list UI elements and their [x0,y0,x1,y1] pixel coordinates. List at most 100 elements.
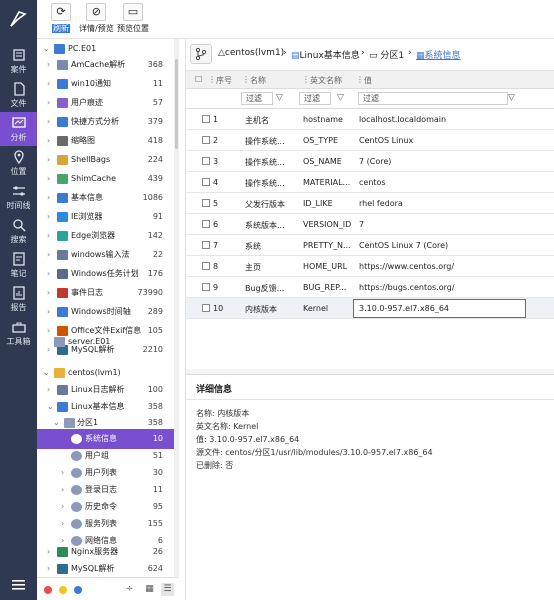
chevron-right-icon[interactable]: › [47,169,50,189]
table-row[interactable]: 7 系统 PRETTY_N... CentOS Linux 7 (Core) [186,235,554,256]
filter-icon[interactable]: ▽ [508,93,515,103]
menu-icon[interactable] [12,580,25,590]
chevron-right-icon[interactable]: › [47,55,50,75]
row-checkbox[interactable] [202,115,210,123]
nav-case[interactable]: 案件 [0,44,37,78]
tree-mysql[interactable]: › MySQL解析 624 [37,559,174,577]
tree-scrollbar[interactable] [174,39,179,577]
table-row[interactable]: 8 主页 HOME_URL https://www.centos.org/ [186,256,554,277]
filter-en-input[interactable]: 过滤 [299,92,331,105]
tree-item[interactable]: › windows输入法 22 [37,245,174,265]
row-checkbox[interactable] [202,199,210,207]
blue-dot-filter[interactable] [74,586,82,594]
row-checkbox[interactable] [202,136,210,144]
cell-no: 8 [213,262,219,271]
collapse-icon[interactable]: ÷ [123,583,136,596]
chevron-right-icon[interactable]: › [47,188,50,208]
tree-item[interactable]: › Windows任务计划 176 [37,264,174,284]
tree-item[interactable]: › 用户痕迹 57 [37,93,174,113]
nav-location[interactable]: 位置 [0,146,37,180]
row-checkbox[interactable] [202,241,210,249]
row-checkbox[interactable] [202,304,210,312]
row-checkbox[interactable] [202,178,210,186]
filter-icon[interactable]: ▽ [337,93,344,103]
drag-handle-icon: ⋮ [302,75,310,84]
nav-analysis[interactable]: 分析 [0,112,37,146]
tree-item[interactable]: › 缩略图 418 [37,131,174,151]
nav-search[interactable]: 搜索 [0,214,37,248]
chevron-right-icon[interactable]: › [47,283,50,303]
branch-icon [195,47,207,61]
crumb-centos[interactable]: △centos(lvm1) [218,48,284,58]
tree-item[interactable]: › Windows时间轴 289 [37,302,174,322]
list-view-icon[interactable]: ☰ [161,583,174,596]
detail-line: 源文件: centos/分区1/usr/lib/modules/3.10.0-9… [196,448,433,457]
branch-button[interactable] [190,44,212,64]
filter-name-input[interactable]: 过滤 [241,92,273,105]
tree-item[interactable]: › IE浏览器 91 [37,207,174,227]
nav-toolbox[interactable]: 工具箱 [0,316,37,350]
chevron-right-icon[interactable]: › [47,302,50,322]
tree-item[interactable]: › 快捷方式分析 379 [37,112,174,132]
nav-note[interactable]: 笔记 [0,248,37,282]
row-checkbox[interactable] [202,283,210,291]
preview-position-button[interactable]: ▭ 预览位置 [117,3,149,34]
tree-item[interactable]: › win10通知 11 [37,74,174,94]
tree-item[interactable]: › AmCache解析 368 [37,55,174,75]
col-value[interactable]: 值 [364,75,372,86]
grid-view-icon[interactable]: ▦ [143,583,156,596]
table-row[interactable]: 3 操作系统... OS_NAME 7 (Core) [186,151,554,172]
filter-value-input[interactable]: 过滤 [358,92,508,105]
tree-server-e01[interactable]: server.E01 [37,332,174,352]
row-checkbox[interactable] [202,262,210,270]
chevron-right-icon[interactable]: › [47,207,50,227]
crumb-partition[interactable]: ▭ 分区1 [369,48,404,61]
tree-item[interactable]: › Edge浏览器 142 [37,226,174,246]
chevron-right-icon[interactable]: › [47,112,50,132]
crumb-sysinfo[interactable]: ▦系统信息 [416,48,461,61]
red-dot-filter[interactable] [44,586,52,594]
tree-item[interactable]: › ShellBags 224 [37,150,174,170]
chevron-right-icon[interactable]: › [47,93,50,113]
refresh-button[interactable]: ⟳ 刷新 [51,3,71,34]
chevron-right-icon[interactable]: › [47,226,50,246]
table-row[interactable]: 10 内核版本 Kernel 3.10.0-957.el7.x86_64 [186,298,554,319]
preview-toggle-button[interactable]: ⊘ 详情/预览 [79,3,114,34]
chevron-right-icon[interactable]: › [47,131,50,151]
nav-timeline[interactable]: 时间线 [0,180,37,214]
table-row[interactable]: 6 系统版本... VERSION_ID 7 [186,214,554,235]
tree-item-count: 11 [152,79,163,88]
col-name[interactable]: 名称 [250,75,266,86]
chevron-right-icon[interactable]: › [47,74,50,94]
chevron-right-icon[interactable]: › [47,245,50,265]
nav-file[interactable]: 文件 [0,78,37,112]
nav-label: 案件 [10,65,27,74]
preview-position-label: 预览位置 [117,24,149,33]
tree-item[interactable]: › 事件日志 73990 [37,283,174,303]
filter-icon[interactable]: ▽ [276,93,283,103]
grid-filter-row: 过滤 ▽ 过滤 ▽ 过滤 ▽ [186,89,554,109]
tree-item[interactable]: › 基本信息 1086 [37,188,174,208]
tree-item[interactable]: › ShimCache 439 [37,169,174,189]
nav-report[interactable]: 报告 [0,282,37,316]
header-checkbox[interactable]: ☐ [195,75,202,84]
col-no[interactable]: 序号 [216,75,232,86]
crumb-linux-basic[interactable]: ▤Linux基本信息 [291,48,360,61]
yellow-dot-filter[interactable] [59,586,67,594]
row-checkbox[interactable] [202,157,210,165]
item-icon [57,79,68,89]
table-row[interactable]: 4 操作系统... MATERIAL... centos [186,172,554,193]
tree-item-count: 368 [147,60,163,69]
cell-value: 7 [359,220,365,229]
chevron-right-icon[interactable]: › [47,150,50,170]
chevron-right-icon[interactable]: › [47,559,50,577]
table-row[interactable]: 9 Bug反馈... BUG_REP... https://bugs.centos.o… [186,277,554,298]
cell-en-name: PRETTY_N... [303,241,351,250]
chevron-right-icon[interactable]: › [47,264,50,284]
col-en-name[interactable]: 英文名称 [310,75,342,86]
table-row[interactable]: 1 主机名 hostname localhost.localdomain [186,109,554,130]
table-row[interactable]: 5 父发行版本 ID_LIKE rhel fedora [186,193,554,214]
table-row[interactable]: 2 操作系统... OS_TYPE CentOS Linux [186,130,554,151]
row-checkbox[interactable] [202,220,210,228]
tree-scrollbar-thumb[interactable] [175,59,178,149]
